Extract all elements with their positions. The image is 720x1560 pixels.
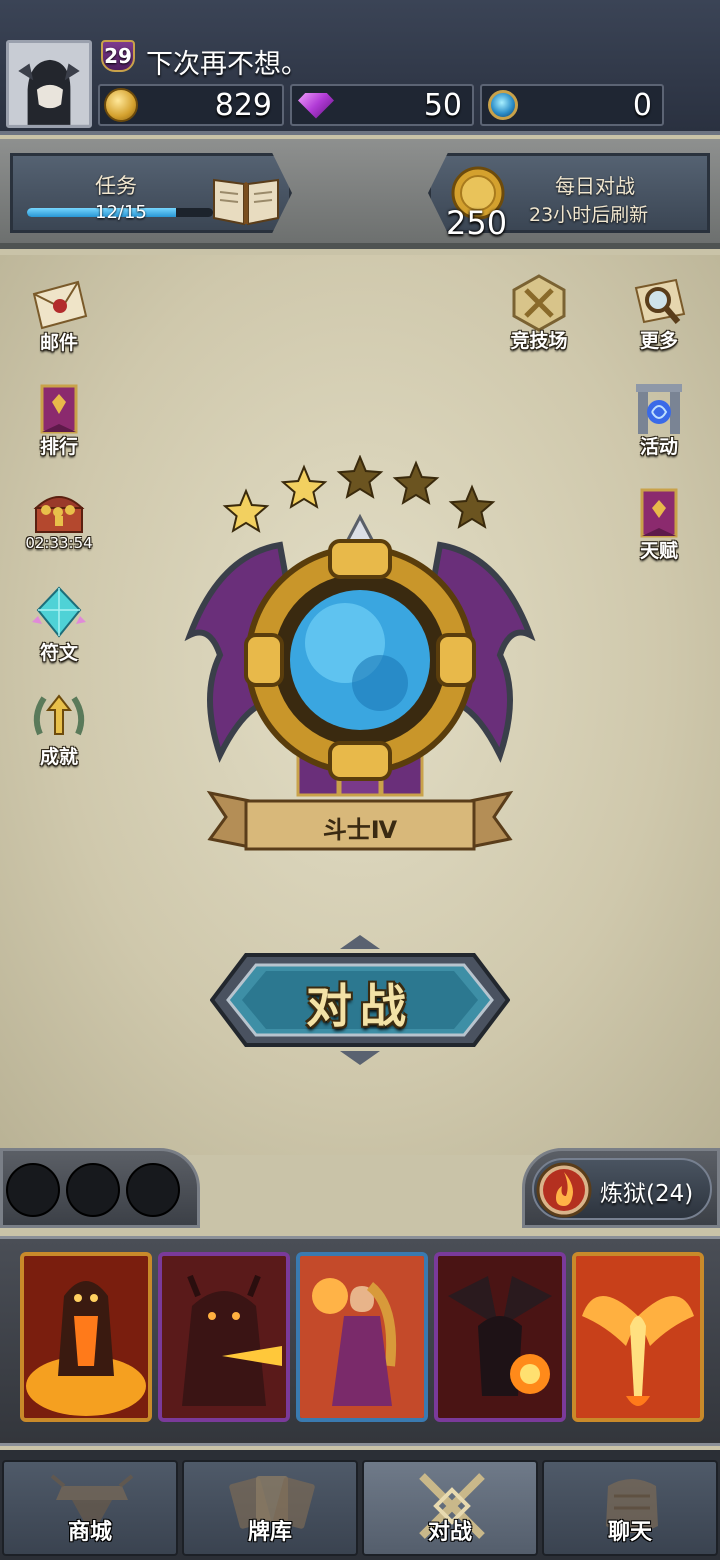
achievements-label: 成就 xyxy=(39,746,78,768)
achievement-laurel-icon xyxy=(33,694,85,736)
star-empty-icon xyxy=(392,460,440,505)
mail-label: 邮件 xyxy=(39,332,78,354)
achievements-button[interactable]: 成就 xyxy=(14,690,104,780)
deck-card[interactable] xyxy=(434,1252,566,1422)
treasure-chest-button[interactable]: 02:33:54 xyxy=(14,482,104,572)
tab-shop-label: 商城 xyxy=(67,1520,112,1545)
level-value: 29 xyxy=(104,44,132,68)
daily-refresh-text: 23小时后刷新 xyxy=(529,204,649,226)
ranking-label: 排行 xyxy=(39,436,78,458)
daily-title: 每日对战 xyxy=(555,174,635,198)
tab-deck-label: 牌库 xyxy=(247,1520,292,1545)
more-label: 更多 xyxy=(639,330,678,352)
arena-button[interactable]: 竞技场 xyxy=(494,274,584,364)
book-icon xyxy=(213,178,279,226)
tab-battle[interactable]: 对战 xyxy=(362,1460,538,1556)
star-filled-icon xyxy=(280,464,328,509)
chest-timer: 02:33:54 xyxy=(25,534,93,552)
lava-golem-card-art xyxy=(24,1256,148,1418)
orb-icon xyxy=(488,90,518,120)
magnifier-scroll-icon xyxy=(634,278,686,324)
rune-crystal-icon xyxy=(32,586,86,638)
talents-label: 天赋 xyxy=(639,540,678,562)
daily-reward-amount: 250 xyxy=(446,204,508,242)
gold-coin-icon xyxy=(104,88,138,122)
empty-slot[interactable] xyxy=(126,1163,180,1217)
tab-chat-label: 聊天 xyxy=(607,1520,652,1545)
deck-card[interactable] xyxy=(20,1252,152,1422)
mail-button[interactable]: 邮件 xyxy=(14,276,104,366)
arena-swords-icon xyxy=(512,274,566,332)
arena-label: 竞技场 xyxy=(510,330,568,352)
events-label: 活动 xyxy=(639,436,678,458)
events-button[interactable]: 活动 xyxy=(614,380,704,470)
deck-card[interactable] xyxy=(296,1252,428,1422)
ranking-banner-icon xyxy=(40,384,78,434)
empty-slot[interactable] xyxy=(66,1163,120,1217)
avatar-portrait-icon xyxy=(9,43,89,125)
deck-card[interactable] xyxy=(572,1252,704,1422)
demon-brute-card-art xyxy=(162,1256,286,1418)
gold-counter[interactable]: 829 xyxy=(98,84,284,126)
more-button[interactable]: 更多 xyxy=(614,274,704,364)
orb-value: 0 xyxy=(632,88,652,123)
empty-slot[interactable] xyxy=(6,1163,60,1217)
runes-label: 符文 xyxy=(39,642,78,664)
gold-value: 829 xyxy=(214,88,272,123)
quest-label: 任务 xyxy=(95,174,137,198)
portal-icon xyxy=(636,384,682,434)
fire-icon xyxy=(536,1162,592,1218)
rank-name: 斗士Ⅳ xyxy=(322,816,398,844)
quest-panel-row: 任务 12/15 每日对战 23小时后刷新 xyxy=(0,139,720,249)
deck-name: 炼狱(24) xyxy=(600,1181,694,1207)
talents-button[interactable]: 天赋 xyxy=(614,484,704,574)
star-filled-icon xyxy=(222,488,270,533)
fight-button-label: 对战 xyxy=(306,979,414,1033)
ranking-button[interactable]: 排行 xyxy=(14,380,104,470)
quest-progress-text: 12/15 xyxy=(95,202,147,223)
orb-counter[interactable]: 0 xyxy=(480,84,664,126)
deck-card[interactable] xyxy=(158,1252,290,1422)
rank-badge[interactable] xyxy=(180,455,540,855)
tab-battle-label: 对战 xyxy=(427,1520,472,1545)
player-name: 下次再不想。 xyxy=(146,49,308,80)
tab-chat[interactable]: 聊天 xyxy=(542,1460,718,1556)
mail-icon xyxy=(32,280,88,330)
fire-sorceress-card-art xyxy=(300,1256,424,1418)
level-badge: 29 xyxy=(101,40,135,72)
gem-counter[interactable]: 50 xyxy=(290,84,474,126)
tab-shop[interactable]: 商城 xyxy=(2,1460,178,1556)
star-empty-icon xyxy=(336,455,384,499)
phoenix-card-art xyxy=(576,1256,700,1418)
avatar[interactable] xyxy=(6,40,92,128)
star-empty-icon xyxy=(448,484,496,529)
talent-banner-icon xyxy=(640,488,678,538)
tab-deck[interactable]: 牌库 xyxy=(182,1460,358,1556)
fire-dragon-card-art xyxy=(438,1256,562,1418)
treasure-chest-icon xyxy=(33,496,85,533)
gem-icon xyxy=(298,93,334,119)
gem-value: 50 xyxy=(423,88,462,123)
runes-button[interactable]: 符文 xyxy=(14,586,104,676)
